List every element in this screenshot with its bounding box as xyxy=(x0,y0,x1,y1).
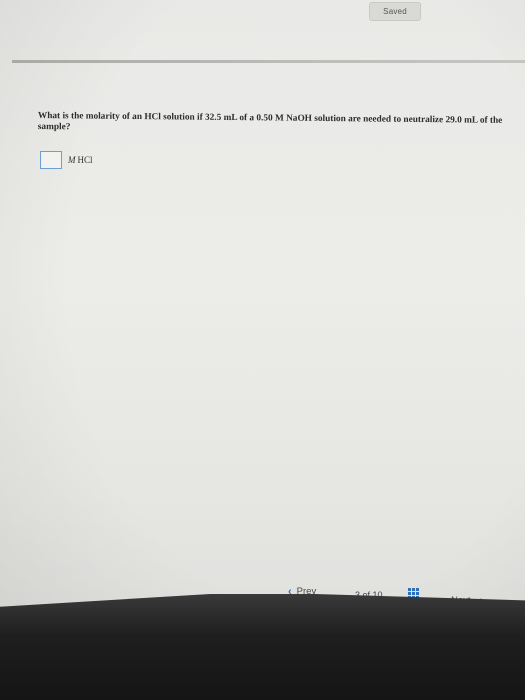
question-text: What is the molarity of an HCl solution … xyxy=(37,111,503,133)
device-bezel xyxy=(0,594,525,700)
saved-status-badge: Saved xyxy=(369,2,421,21)
saved-status-label: Saved xyxy=(383,7,407,16)
answer-row: M HCl xyxy=(40,151,93,169)
header-divider xyxy=(12,60,525,63)
unit-molarity-symbol: M xyxy=(68,155,76,165)
unit-compound: HCl xyxy=(77,155,93,165)
answer-input[interactable] xyxy=(40,151,62,169)
assignment-screen: Saved What is the molarity of an HCl sol… xyxy=(0,0,525,700)
answer-unit-label: M HCl xyxy=(68,155,93,165)
